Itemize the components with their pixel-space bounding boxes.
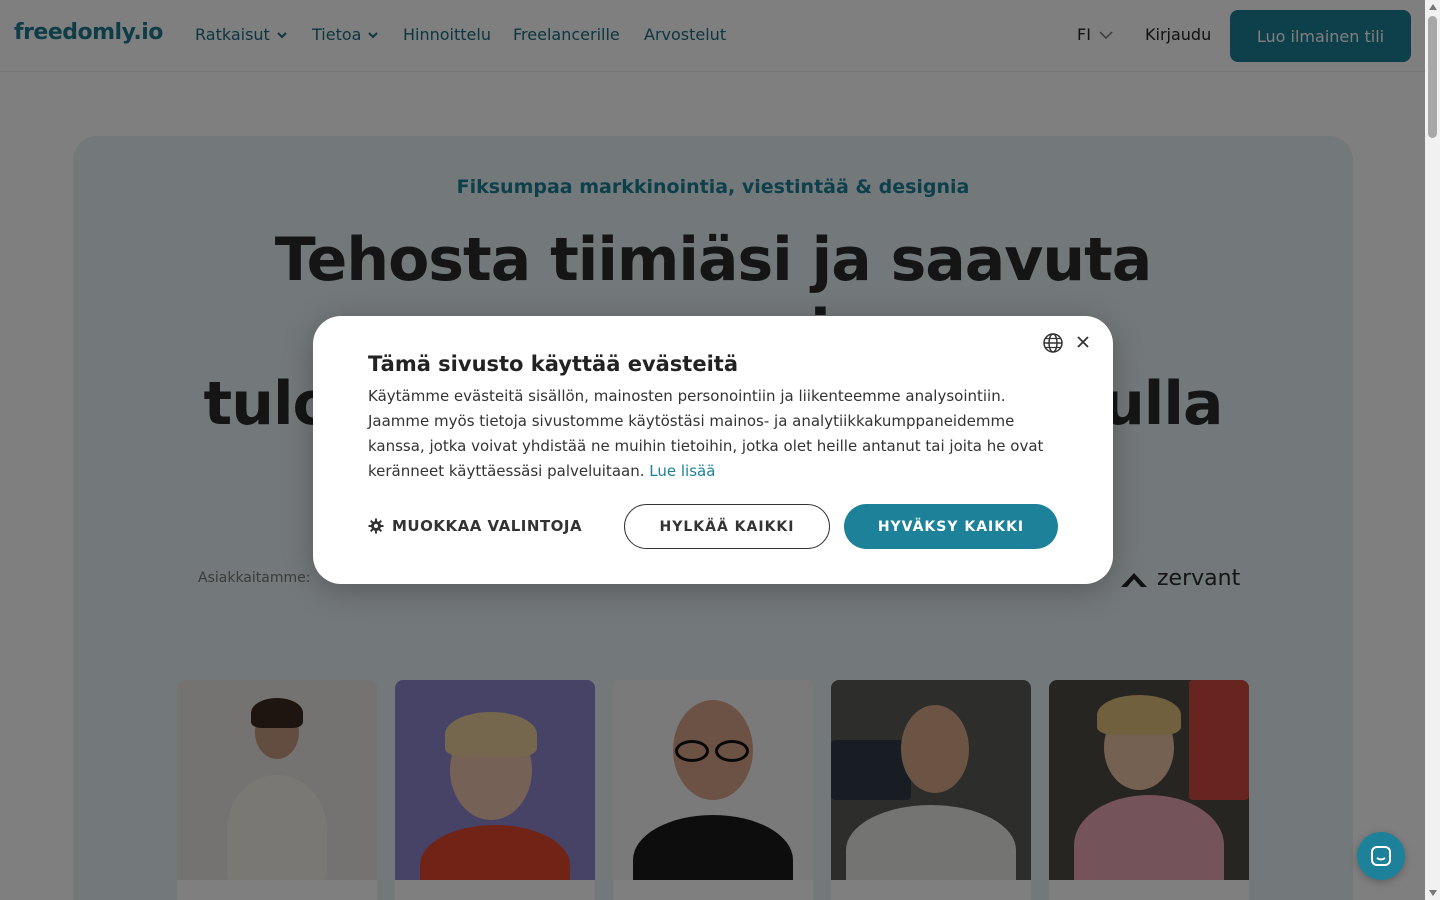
chat-icon bbox=[1371, 846, 1391, 866]
reject-all-button[interactable]: HYLKÄÄ KAIKKI bbox=[624, 504, 830, 549]
read-more-link[interactable]: Lue lisää bbox=[649, 462, 715, 480]
cookie-consent-dialog: Tämä sivusto käyttää evästeitä Käytämme … bbox=[313, 316, 1113, 584]
cookie-dialog-title: Tämä sivusto käyttää evästeitä bbox=[368, 352, 738, 376]
page-scrollbar[interactable] bbox=[1425, 0, 1440, 900]
customize-label: MUOKKAA VALINTOJA bbox=[392, 517, 583, 535]
customize-choices-button[interactable]: MUOKKAA VALINTOJA bbox=[368, 515, 582, 537]
globe-icon[interactable] bbox=[1042, 332, 1064, 354]
scroll-down-arrow-icon[interactable] bbox=[1429, 890, 1437, 896]
gear-icon bbox=[368, 518, 384, 534]
cookie-dialog-body: Käytämme evästeitä sisällön, mainosten p… bbox=[368, 384, 1058, 484]
accept-all-button[interactable]: HYVÄKSY KAIKKI bbox=[844, 504, 1058, 549]
scroll-up-arrow-icon[interactable] bbox=[1429, 4, 1437, 10]
chat-launcher-button[interactable] bbox=[1357, 832, 1405, 880]
close-icon[interactable] bbox=[1075, 332, 1091, 352]
scrollbar-thumb[interactable] bbox=[1428, 16, 1437, 138]
